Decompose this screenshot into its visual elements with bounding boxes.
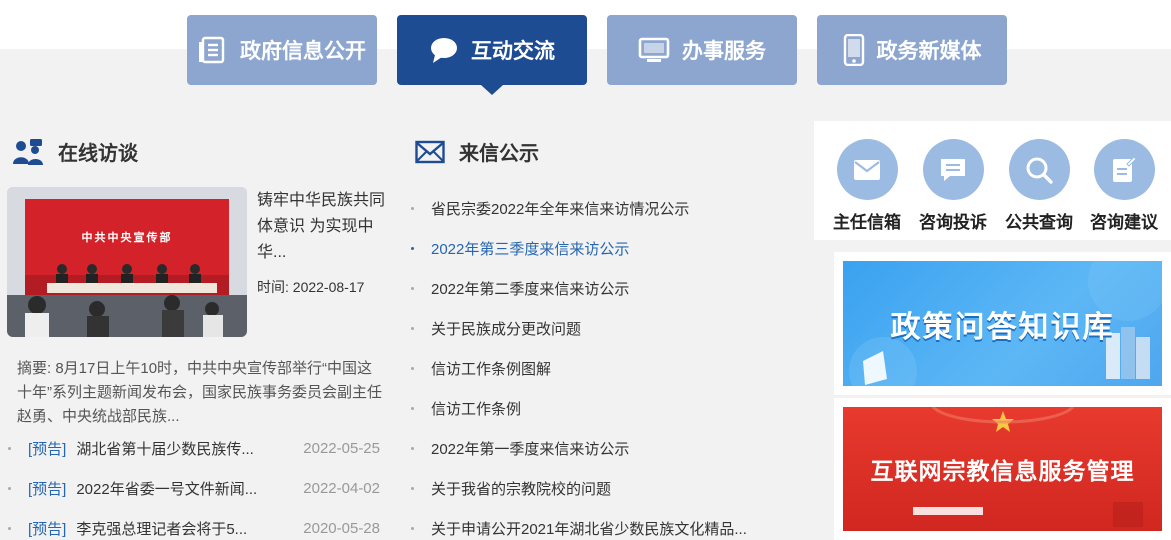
service-label: 咨询建议 bbox=[1090, 213, 1158, 232]
letter-title: 关于申请公开2021年湖北省少数民族文化精品... bbox=[431, 520, 747, 538]
section-title-interview: 在线访谈 bbox=[12, 137, 138, 166]
list-item[interactable]: [预告] 2022年省委一号文件新闻... 2022-04-02 bbox=[8, 476, 388, 500]
people-chat-icon bbox=[12, 138, 44, 166]
bullet bbox=[411, 526, 414, 530]
notice-date: 2022-05-25 bbox=[303, 439, 380, 457]
section-title-text: 在线访谈 bbox=[58, 143, 138, 165]
mail-icon bbox=[836, 139, 898, 200]
bullet bbox=[411, 486, 414, 490]
section-title-letters: 来信公示 bbox=[415, 137, 539, 166]
letter-title: 信访工作条例图解 bbox=[431, 360, 552, 378]
letter-title: 关于民族成分更改问题 bbox=[431, 320, 582, 338]
bullet bbox=[411, 246, 414, 250]
service-label: 咨询投诉 bbox=[919, 213, 987, 232]
banner-inner: 政策问答知识库 bbox=[843, 261, 1162, 386]
bullet bbox=[8, 446, 11, 450]
service-label: 主任信箱 bbox=[833, 213, 901, 232]
monitor-icon bbox=[638, 35, 670, 65]
list-item[interactable]: 省民宗委2022年全年来信来访情况公示 bbox=[411, 196, 791, 220]
tab-label: 政府信息公开 bbox=[240, 40, 366, 63]
notice-text: 湖北省第十届少数民族传... bbox=[76, 440, 254, 458]
chat-bubble-icon bbox=[429, 35, 459, 65]
service-label: 公共查询 bbox=[1005, 213, 1073, 232]
bullet bbox=[8, 526, 11, 530]
section-title-text: 来信公示 bbox=[459, 143, 539, 165]
featured-interview-date: 时间: 2022-08-17 bbox=[257, 279, 365, 295]
featured-interview-summary: 摘要: 8月17日上午10时，中共中央宣传部举行“中国这十年”系列主题新闻发布会… bbox=[17, 360, 382, 425]
service-suggestion[interactable]: 咨询建议 bbox=[1080, 139, 1168, 233]
active-tab-pointer bbox=[481, 85, 503, 95]
letter-title: 关于我省的宗教院校的问题 bbox=[431, 480, 612, 498]
service-director-mailbox[interactable]: 主任信箱 bbox=[823, 139, 911, 233]
letter-title: 2022年第二季度来信来访公示 bbox=[431, 280, 630, 298]
bullet bbox=[411, 446, 414, 450]
list-item[interactable]: [预告] 湖北省第十届少数民族传... 2022-05-25 bbox=[8, 436, 388, 460]
religion-info-banner[interactable]: 互联网宗教信息服务管理 bbox=[834, 398, 1171, 540]
list-item[interactable]: 信访工作条例 bbox=[411, 396, 791, 420]
bullet bbox=[411, 406, 414, 410]
service-consult-complaint[interactable]: 咨询投诉 bbox=[909, 139, 997, 233]
notice-date: 2020-05-28 bbox=[303, 519, 380, 537]
letter-title: 信访工作条例 bbox=[431, 400, 522, 418]
list-item[interactable]: 关于民族成分更改问题 bbox=[411, 316, 791, 340]
policy-qa-banner[interactable]: 政策问答知识库 bbox=[834, 252, 1171, 395]
letter-title: 2022年第三季度来信来访公示 bbox=[431, 240, 630, 258]
interview-photo[interactable]: 中共中央宣传部 bbox=[7, 187, 247, 337]
edit-note-icon bbox=[1093, 139, 1155, 200]
document-list-icon bbox=[198, 35, 228, 65]
banner-title: 政策问答知识库 bbox=[890, 310, 1115, 344]
notice-tag: [预告] bbox=[28, 520, 67, 538]
tab-new-media[interactable]: 政务新媒体 bbox=[817, 15, 1007, 85]
tab-label: 政务新媒体 bbox=[876, 40, 982, 63]
bullet bbox=[411, 326, 414, 330]
letter-title: 2022年第一季度来信来访公示 bbox=[431, 440, 630, 458]
tab-label: 互动交流 bbox=[471, 40, 555, 63]
notice-date: 2022-04-02 bbox=[303, 479, 380, 497]
featured-interview-title[interactable]: 铸牢中华民族共同体意识 为实现中华... bbox=[257, 188, 387, 266]
letter-title: 省民宗委2022年全年来信来访情况公示 bbox=[431, 200, 690, 218]
list-item[interactable]: 2022年第三季度来信来访公示 bbox=[411, 236, 791, 260]
banner-inner: 互联网宗教信息服务管理 bbox=[843, 407, 1162, 531]
list-item[interactable]: 2022年第二季度来信来访公示 bbox=[411, 276, 791, 300]
banner-title: 互联网宗教信息服务管理 bbox=[870, 458, 1135, 484]
notice-text: 2022年省委一号文件新闻... bbox=[76, 480, 258, 498]
tab-label: 办事服务 bbox=[682, 40, 766, 63]
service-panel: 主任信箱 咨询投诉 公共查询 咨询建议 bbox=[814, 121, 1171, 240]
notice-tag: [预告] bbox=[28, 440, 67, 458]
tab-interaction[interactable]: 互动交流 bbox=[397, 15, 587, 95]
list-item[interactable]: [预告] 李克强总理记者会将于5... 2020-05-28 bbox=[8, 516, 388, 540]
notice-tag: [预告] bbox=[28, 480, 67, 498]
mobile-phone-icon bbox=[843, 34, 865, 66]
tab-gov-info-public[interactable]: 政府信息公开 bbox=[187, 15, 377, 85]
list-item[interactable]: 关于我省的宗教院校的问题 bbox=[411, 476, 791, 500]
search-icon bbox=[1008, 139, 1070, 200]
envelope-icon bbox=[415, 140, 445, 164]
bullet bbox=[8, 486, 11, 490]
list-item[interactable]: 2022年第一季度来信来访公示 bbox=[411, 436, 791, 460]
tab-services[interactable]: 办事服务 bbox=[607, 15, 797, 85]
bullet bbox=[411, 206, 414, 210]
photo-banner-text: 中共中央宣传部 bbox=[81, 232, 173, 244]
bullet bbox=[411, 366, 414, 370]
bullet bbox=[411, 286, 414, 290]
list-item[interactable]: 关于申请公开2021年湖北省少数民族文化精品... bbox=[411, 516, 791, 540]
service-public-query[interactable]: 公共查询 bbox=[995, 139, 1083, 233]
notice-text: 李克强总理记者会将于5... bbox=[76, 520, 248, 538]
list-item[interactable]: 信访工作条例图解 bbox=[411, 356, 791, 380]
message-list-icon bbox=[922, 139, 984, 200]
